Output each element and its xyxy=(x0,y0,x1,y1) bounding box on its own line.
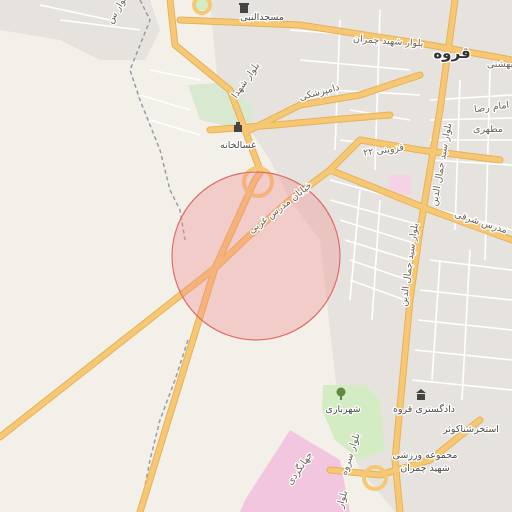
poi-label-courthouse: دادگستری قروه xyxy=(393,403,455,415)
road-label-beheshti: بهشتی xyxy=(487,59,512,70)
poi-label-sports-1: مجموعه ورزشی xyxy=(392,450,457,461)
map-canvas[interactable]: مسجدالنبی غسالخانه شهرباری دادگستری قروه… xyxy=(0,0,512,512)
poi-label-pool: استخرشناکوثر xyxy=(442,424,499,435)
poi-label-morgue: غسالخانه xyxy=(220,140,256,151)
poi-label-sports-2: شهید چمران xyxy=(400,463,449,474)
location-highlight-circle[interactable] xyxy=(171,171,341,341)
road-label-motahari: مطهری xyxy=(473,124,503,135)
map-view[interactable]: مسجدالنبی غسالخانه شهرباری دادگستری قروه… xyxy=(0,0,512,512)
city-label: قروه xyxy=(433,44,470,62)
poi-label-municipality: شهرباری xyxy=(325,404,360,415)
poi-label-mosque: مسجدالنبی xyxy=(240,12,284,23)
